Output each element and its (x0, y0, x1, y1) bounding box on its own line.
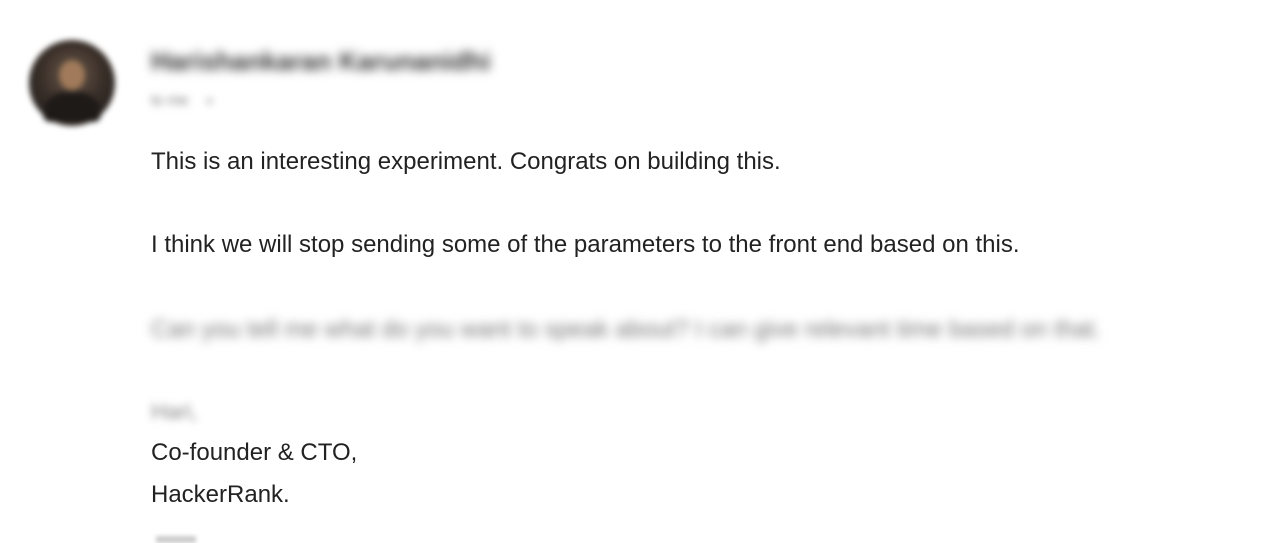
avatar-face (59, 60, 85, 90)
recipient-details[interactable]: to me ▾ (151, 92, 212, 109)
email-message: Harishankaran Karunanidhi to me ▾ This i… (0, 0, 1280, 543)
trimmed-content-indicator[interactable] (156, 536, 196, 543)
body-line-congrats: This is an interesting experiment. Congr… (151, 148, 781, 175)
sender-avatar[interactable] (29, 40, 115, 126)
recipient-label: to me (151, 92, 189, 109)
signature-title: Co-founder & CTO, (151, 439, 358, 466)
avatar-shoulders (43, 92, 101, 122)
chevron-down-icon[interactable]: ▾ (207, 95, 213, 108)
signature-name: Hari, (151, 399, 198, 424)
sender-name[interactable]: Harishankaran Karunanidhi (151, 46, 491, 77)
signature-company: HackerRank. (151, 481, 290, 508)
body-line-parameters: I think we will stop sending some of the… (151, 231, 1020, 258)
body-line-question: Can you tell me what do you want to spea… (151, 316, 1101, 343)
